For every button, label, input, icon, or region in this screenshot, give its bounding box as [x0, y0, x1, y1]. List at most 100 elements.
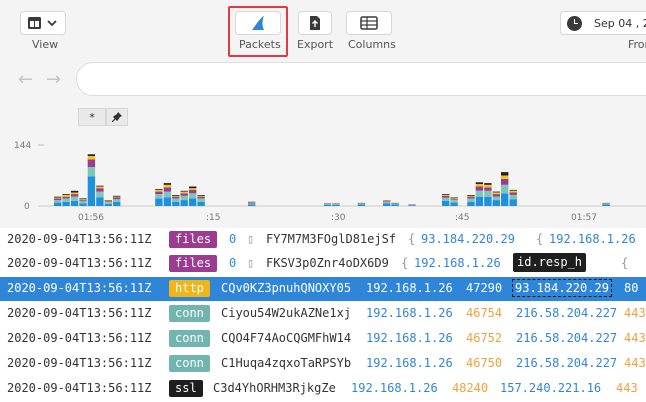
histogram-bar-conn — [87, 176, 96, 206]
path-badge[interactable]: ssl — [169, 380, 203, 397]
y-tick-max: 144 — [14, 141, 31, 151]
ip-address[interactable]: 192.168.1.26 — [549, 232, 636, 246]
wildcard-pin[interactable]: * — [78, 108, 106, 126]
export-icon — [310, 16, 320, 30]
histogram-bar-http — [357, 203, 366, 205]
histogram-bar-conn — [383, 203, 391, 206]
histogram-bar-dns — [172, 195, 180, 197]
histogram-bar-http — [391, 203, 399, 205]
histogram-bar-dns — [96, 186, 104, 189]
histogram-bar-http — [96, 191, 104, 198]
path-badge[interactable]: conn — [169, 355, 210, 372]
port-value: 48240 — [452, 381, 489, 395]
ip-address[interactable]: 157.240.221.16 — [500, 381, 601, 395]
brace-open: { — [401, 256, 409, 270]
table-row[interactable]: 2020-09-04T13:56:11Z conn CQO4F74AoCQGMF… — [0, 327, 646, 351]
uid-value: Ciyou54W2ukAZNe1xj — [221, 306, 352, 320]
histogram-bar-ssl — [450, 197, 458, 199]
time-range-button[interactable]: Sep 04 , 2 — [560, 11, 646, 35]
histogram-bar-conn — [155, 198, 163, 206]
histogram-bar-dns — [79, 199, 87, 200]
histogram-bar-http — [323, 203, 332, 205]
port-value: 443 — [624, 331, 646, 345]
histogram-bar-ssl — [467, 195, 475, 196]
ip-address[interactable]: 192.168.1.26 — [366, 356, 453, 370]
y-tick-min: 0 — [24, 202, 30, 212]
histogram-bar-http — [492, 196, 500, 201]
histogram-bar-conn — [391, 204, 399, 206]
histogram-bar-files — [501, 178, 509, 185]
histogram-bar-conn — [450, 202, 458, 206]
histogram-bar-http — [442, 197, 450, 201]
pin-button[interactable] — [106, 108, 128, 126]
export-label: Export — [297, 38, 334, 51]
histogram-bar-ssl — [475, 182, 484, 184]
histogram-bar-files — [189, 189, 197, 194]
histogram-bar-dns — [501, 175, 509, 179]
histogram-bar-ssl — [197, 195, 205, 196]
histogram-bar-http — [104, 202, 112, 204]
histogram-bar-dns — [484, 184, 492, 188]
histogram-bar-http — [602, 203, 610, 205]
port-value: 443 — [616, 381, 638, 395]
table-row[interactable]: 2020-09-04T13:56:11Z conn Ciyou54W2ukAZN… — [0, 302, 646, 326]
histogram-bar-ssl — [180, 190, 188, 192]
ip-address[interactable]: 192.168.1.26 — [351, 381, 438, 395]
ip-address[interactable]: 216.58.204.227 — [516, 331, 617, 345]
export-button[interactable] — [298, 11, 332, 35]
path-badge[interactable]: files — [169, 255, 218, 272]
forward-arrow-icon[interactable]: → — [46, 69, 61, 90]
histogram-bar-http — [450, 200, 458, 203]
histogram-bar-dns — [54, 197, 62, 199]
table-row[interactable]: 2020-09-04T13:56:11Z ssl C3d4YhORHM3Rjkg… — [0, 377, 646, 401]
back-arrow-icon[interactable]: ← — [18, 69, 33, 90]
table-row[interactable]: 2020-09-04T13:56:11Z files 0 ▯ FY7M7M3FO… — [0, 228, 646, 252]
timestamp: 2020-09-04T13:56:11Z — [7, 306, 152, 320]
timestamp: 2020-09-04T13:56:11Z — [7, 356, 152, 370]
ip-address[interactable]: 192.168.1.26 — [366, 306, 453, 320]
pin-icon — [112, 112, 122, 122]
count-value: 0 — [229, 232, 237, 246]
histogram-bar-dns — [104, 200, 112, 202]
table-row-selected[interactable]: 2020-09-04T13:56:11Z http CQv0KZ3pnuhQNO… — [0, 277, 646, 301]
columns-button[interactable] — [346, 11, 392, 35]
histogram-bar-conn — [104, 203, 112, 206]
histogram-bar-files — [172, 196, 180, 199]
port-value: 46750 — [466, 356, 503, 370]
path-badge[interactable]: conn — [169, 305, 210, 322]
table-row[interactable]: 2020-09-04T13:56:11Z files 0 ▯ FKSV3p0Zn… — [0, 252, 646, 276]
brace-open: { — [621, 256, 629, 270]
view-label: View — [32, 38, 59, 51]
histogram-bar-files — [96, 188, 104, 192]
histogram-bar-conn — [475, 196, 484, 206]
search-input[interactable] — [76, 62, 646, 96]
histogram-bar-http — [501, 184, 509, 194]
ip-address[interactable]: 192.168.1.26 — [366, 281, 453, 295]
ip-address[interactable]: 93.184.220.29 — [421, 232, 515, 246]
histogram-bar-conn — [96, 197, 104, 206]
table-row[interactable]: 2020-09-04T13:56:11Z conn C1Huqa4zqxoTaR… — [0, 352, 646, 376]
ip-address-focused[interactable]: 93.184.220.29 — [512, 279, 612, 297]
histogram-bar-dns — [442, 195, 450, 196]
histogram-bar-conn — [248, 204, 256, 206]
histogram[interactable]: 144 0 01:56 :15 :30 :45 01:57 — [0, 130, 646, 228]
histogram-bar-files — [155, 191, 163, 195]
ip-address[interactable]: 192.168.1.26 — [414, 256, 501, 270]
path-badge[interactable]: files — [169, 231, 218, 248]
ip-address[interactable]: 192.168.1.26 — [366, 331, 453, 345]
packets-button[interactable] — [235, 11, 281, 35]
empty-marker: ▯ — [247, 256, 255, 270]
uid-value: C1Huqa4zqxoTaRPSYb — [221, 356, 352, 370]
histogram-bar-conn — [189, 198, 197, 206]
ip-address[interactable]: 216.58.204.227 — [516, 356, 617, 370]
view-button[interactable] — [20, 11, 66, 35]
time-value: Sep 04 , 2 — [594, 16, 646, 30]
histogram-bar-ssl — [509, 189, 517, 191]
histogram-bar-ssl — [87, 154, 96, 156]
path-badge[interactable]: conn — [169, 330, 210, 347]
ip-address[interactable]: 216.58.204.227 — [516, 306, 617, 320]
histogram-bar-ssl — [54, 196, 62, 198]
path-badge[interactable]: http — [169, 280, 210, 297]
histogram-bar-http — [248, 203, 256, 205]
port-value: 80 — [624, 281, 639, 295]
